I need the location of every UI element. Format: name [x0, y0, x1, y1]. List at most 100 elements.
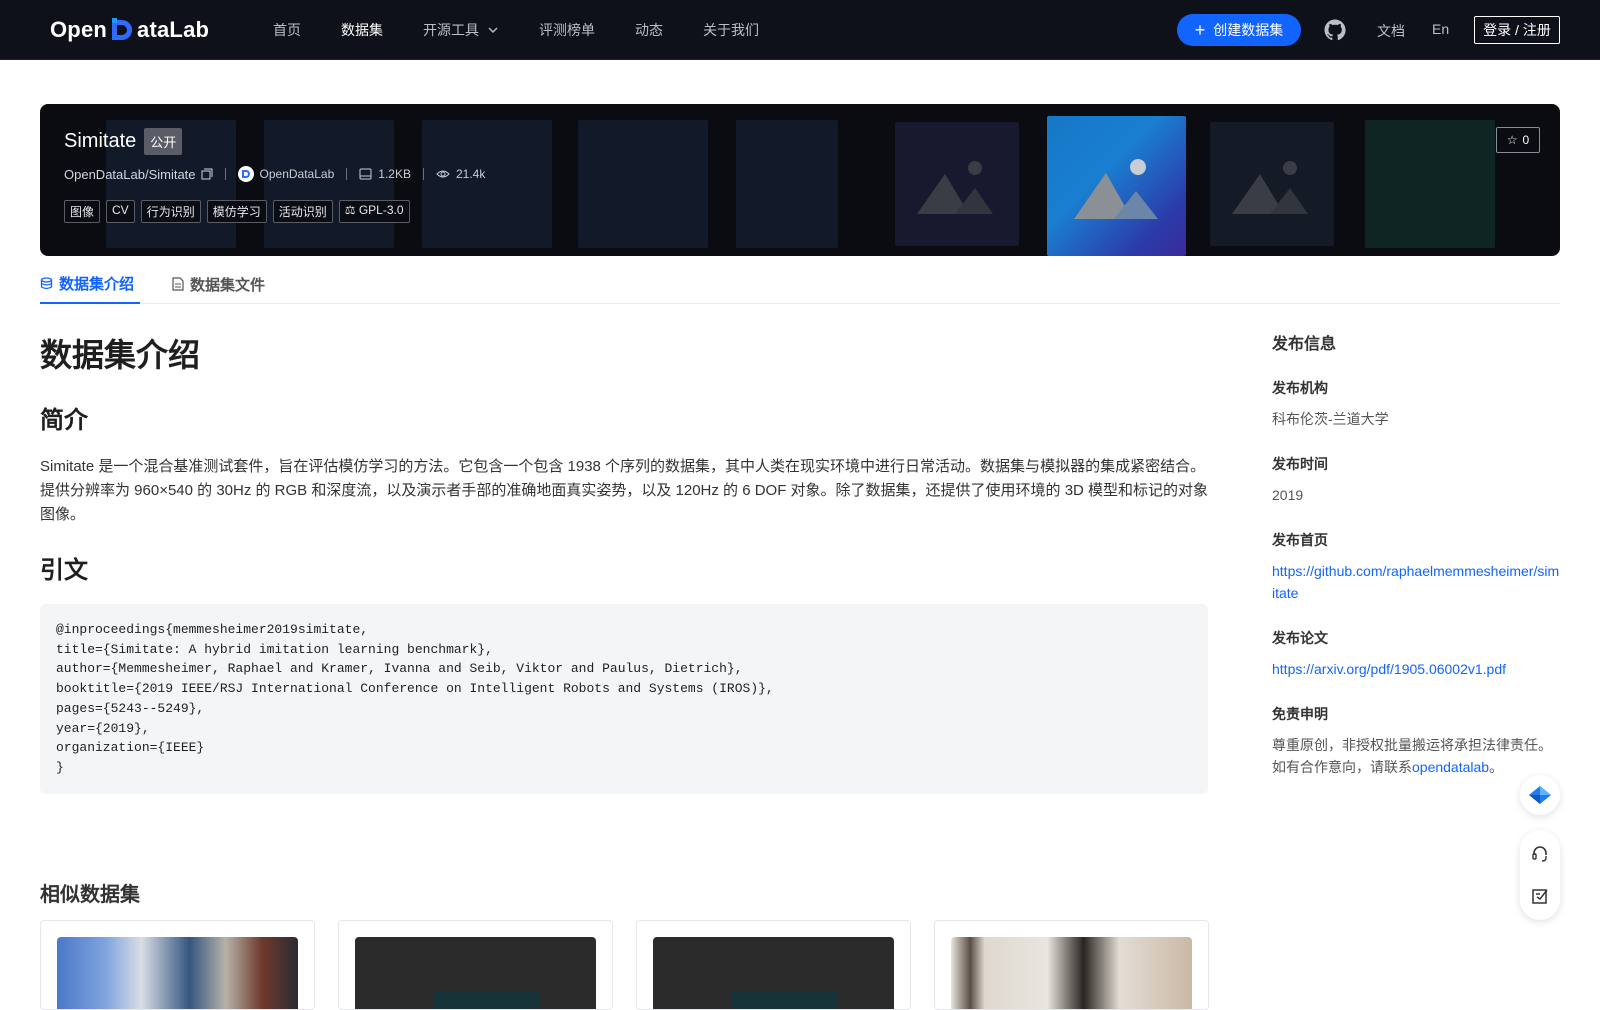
scale-icon: ⚖ [344, 203, 356, 217]
license-value: GPL-3.0 [358, 203, 404, 217]
banner-tile [1365, 120, 1495, 248]
nav-item-news[interactable]: 动态 [635, 20, 663, 40]
logo-d-icon [108, 16, 136, 44]
dataset-thumbnail [653, 937, 894, 1009]
nav-item-home[interactable]: 首页 [273, 20, 301, 40]
banner-tile [736, 120, 838, 248]
dataset-thumbnail [57, 937, 298, 1009]
star-count: 0 [1522, 133, 1530, 147]
citation-block[interactable]: @inproceedings{memmesheimer2019simitate,… [40, 604, 1208, 794]
tab-introduction[interactable]: 数据集介绍 [40, 264, 140, 304]
publisher-avatar-icon [237, 166, 254, 182]
size-value: 1.2KB [378, 167, 411, 181]
license-tag[interactable]: ⚖ GPL-3.0 [338, 200, 410, 223]
file-icon [172, 277, 184, 291]
disk-icon [359, 168, 372, 180]
assistant-button[interactable] [1520, 775, 1560, 815]
nav-label: 关于我们 [703, 22, 759, 38]
similar-datasets-heading: 相似数据集 [40, 884, 140, 906]
nav-label: 动态 [635, 22, 663, 38]
similar-dataset-card[interactable] [338, 920, 613, 1010]
dataset-tabs: 数据集介绍 数据集文件 [40, 264, 1560, 304]
diamond-logo-icon [1529, 786, 1551, 804]
banner-tile [422, 120, 552, 248]
tag-list: 图像 CV 行为识别 模仿学习 活动识别 ⚖ GPL-3.0 [64, 200, 416, 223]
tag[interactable]: 行为识别 [140, 200, 201, 223]
tag[interactable]: 模仿学习 [206, 200, 267, 223]
tab-label: 数据集文件 [190, 276, 266, 294]
paper-link[interactable]: https://arxiv.org/pdf/1905.06002v1.pdf [1272, 658, 1562, 680]
image-placeholder-icon [1073, 159, 1158, 219]
banner-tile [1210, 122, 1334, 246]
disclaimer-end: 。 [1489, 759, 1504, 775]
star-button[interactable]: ☆ 0 [1496, 127, 1540, 153]
banner-tile [578, 120, 708, 248]
banner-tile-featured [1047, 116, 1186, 256]
views-value: 21.4k [455, 167, 486, 181]
dataset-thumbnail [951, 937, 1192, 1009]
language-switch[interactable]: En [1432, 21, 1449, 37]
org-label: 发布机构 [1272, 380, 1328, 396]
create-label: 创建数据集 [1213, 22, 1284, 38]
tag[interactable]: 图像 [64, 200, 101, 223]
publisher[interactable]: OpenDataLab [237, 166, 334, 182]
org-value: 科布伦茨-兰道大学 [1272, 411, 1389, 427]
headset-icon[interactable] [1530, 844, 1550, 864]
dataset-title-row: Simitate 公开 [64, 128, 183, 155]
similar-dataset-card[interactable] [40, 920, 315, 1010]
tab-label: 数据集介绍 [59, 275, 135, 293]
eye-icon [436, 170, 450, 178]
floating-tools [1520, 830, 1560, 920]
logo-text-left: Open [50, 17, 108, 42]
github-icon[interactable] [1323, 18, 1347, 42]
release-info-panel: 发布信息 发布机构 科布伦茨-兰道大学 发布时间 2019 发布首页 https… [1272, 330, 1562, 802]
chevron-down-icon [488, 27, 498, 33]
dataset-name: Simitate [64, 130, 137, 152]
disclaimer-text: 尊重原创，非授权批量搬运将承担法律责任。如有合作意向，请联系opendatala… [1272, 734, 1562, 778]
dataset-views: 21.4k [436, 167, 485, 181]
plus-icon: + [1194, 20, 1206, 40]
image-placeholder-icon [917, 161, 993, 214]
time-label: 发布时间 [1272, 456, 1328, 472]
nav-item-datasets[interactable]: 数据集 [341, 20, 383, 40]
similar-dataset-card[interactable] [934, 920, 1209, 1010]
intro-heading: 简介 [40, 407, 88, 434]
nav-label: 数据集 [341, 22, 383, 38]
copy-icon[interactable] [201, 168, 213, 180]
disclaimer-label: 免责申明 [1272, 706, 1328, 722]
dataset-banner: Simitate 公开 OpenDataLab/Simitate OpenDat… [40, 104, 1560, 256]
star-icon: ☆ [1506, 133, 1518, 147]
banner-tile [895, 122, 1019, 246]
login-register-button[interactable]: 登录 / 注册 [1474, 16, 1560, 44]
homepage-link[interactable]: https://github.com/raphaelmemmesheimer/s… [1272, 560, 1562, 604]
contact-link[interactable]: opendatalab [1412, 759, 1489, 775]
similar-dataset-card[interactable] [636, 920, 911, 1010]
top-nav: Open ataLab 首页 数据集 开源工具 评测榜单 动态 关于我们 + 创… [0, 0, 1600, 60]
tag[interactable]: 活动识别 [272, 200, 333, 223]
docs-link[interactable]: 文档 [1377, 21, 1405, 41]
intro-text: Simitate 是一个混合基准测试套件，旨在评估模仿学习的方法。它包含一个包含… [40, 458, 1209, 523]
tag[interactable]: CV [106, 200, 135, 223]
dataset-thumbnail [355, 937, 596, 1009]
divider [224, 168, 226, 180]
main-menu: 首页 数据集 开源工具 评测榜单 动态 关于我们 [273, 0, 799, 60]
database-icon [40, 276, 53, 289]
nav-label: 评测榜单 [539, 22, 595, 38]
nav-item-leaderboard[interactable]: 评测榜单 [539, 20, 595, 40]
thumbnail-inner [433, 991, 539, 1009]
feedback-icon[interactable] [1530, 886, 1550, 906]
homepage-label: 发布首页 [1272, 532, 1328, 548]
nav-item-about[interactable]: 关于我们 [703, 20, 759, 40]
image-placeholder-icon [1232, 161, 1308, 214]
dataset-path: OpenDataLab/Simitate [64, 166, 196, 182]
visibility-badge: 公开 [144, 128, 183, 155]
opendatalab-logo[interactable]: Open ataLab [50, 14, 209, 46]
time-value: 2019 [1272, 487, 1304, 503]
release-info-title: 发布信息 [1272, 336, 1337, 353]
page-title: 数据集介绍 [40, 337, 201, 373]
create-dataset-button[interactable]: + 创建数据集 [1177, 14, 1301, 46]
tab-files[interactable]: 数据集文件 [172, 264, 265, 304]
dataset-size: 1.2KB [359, 167, 411, 181]
thumbnail-inner [731, 991, 837, 1009]
nav-item-tools[interactable]: 开源工具 [423, 20, 499, 40]
